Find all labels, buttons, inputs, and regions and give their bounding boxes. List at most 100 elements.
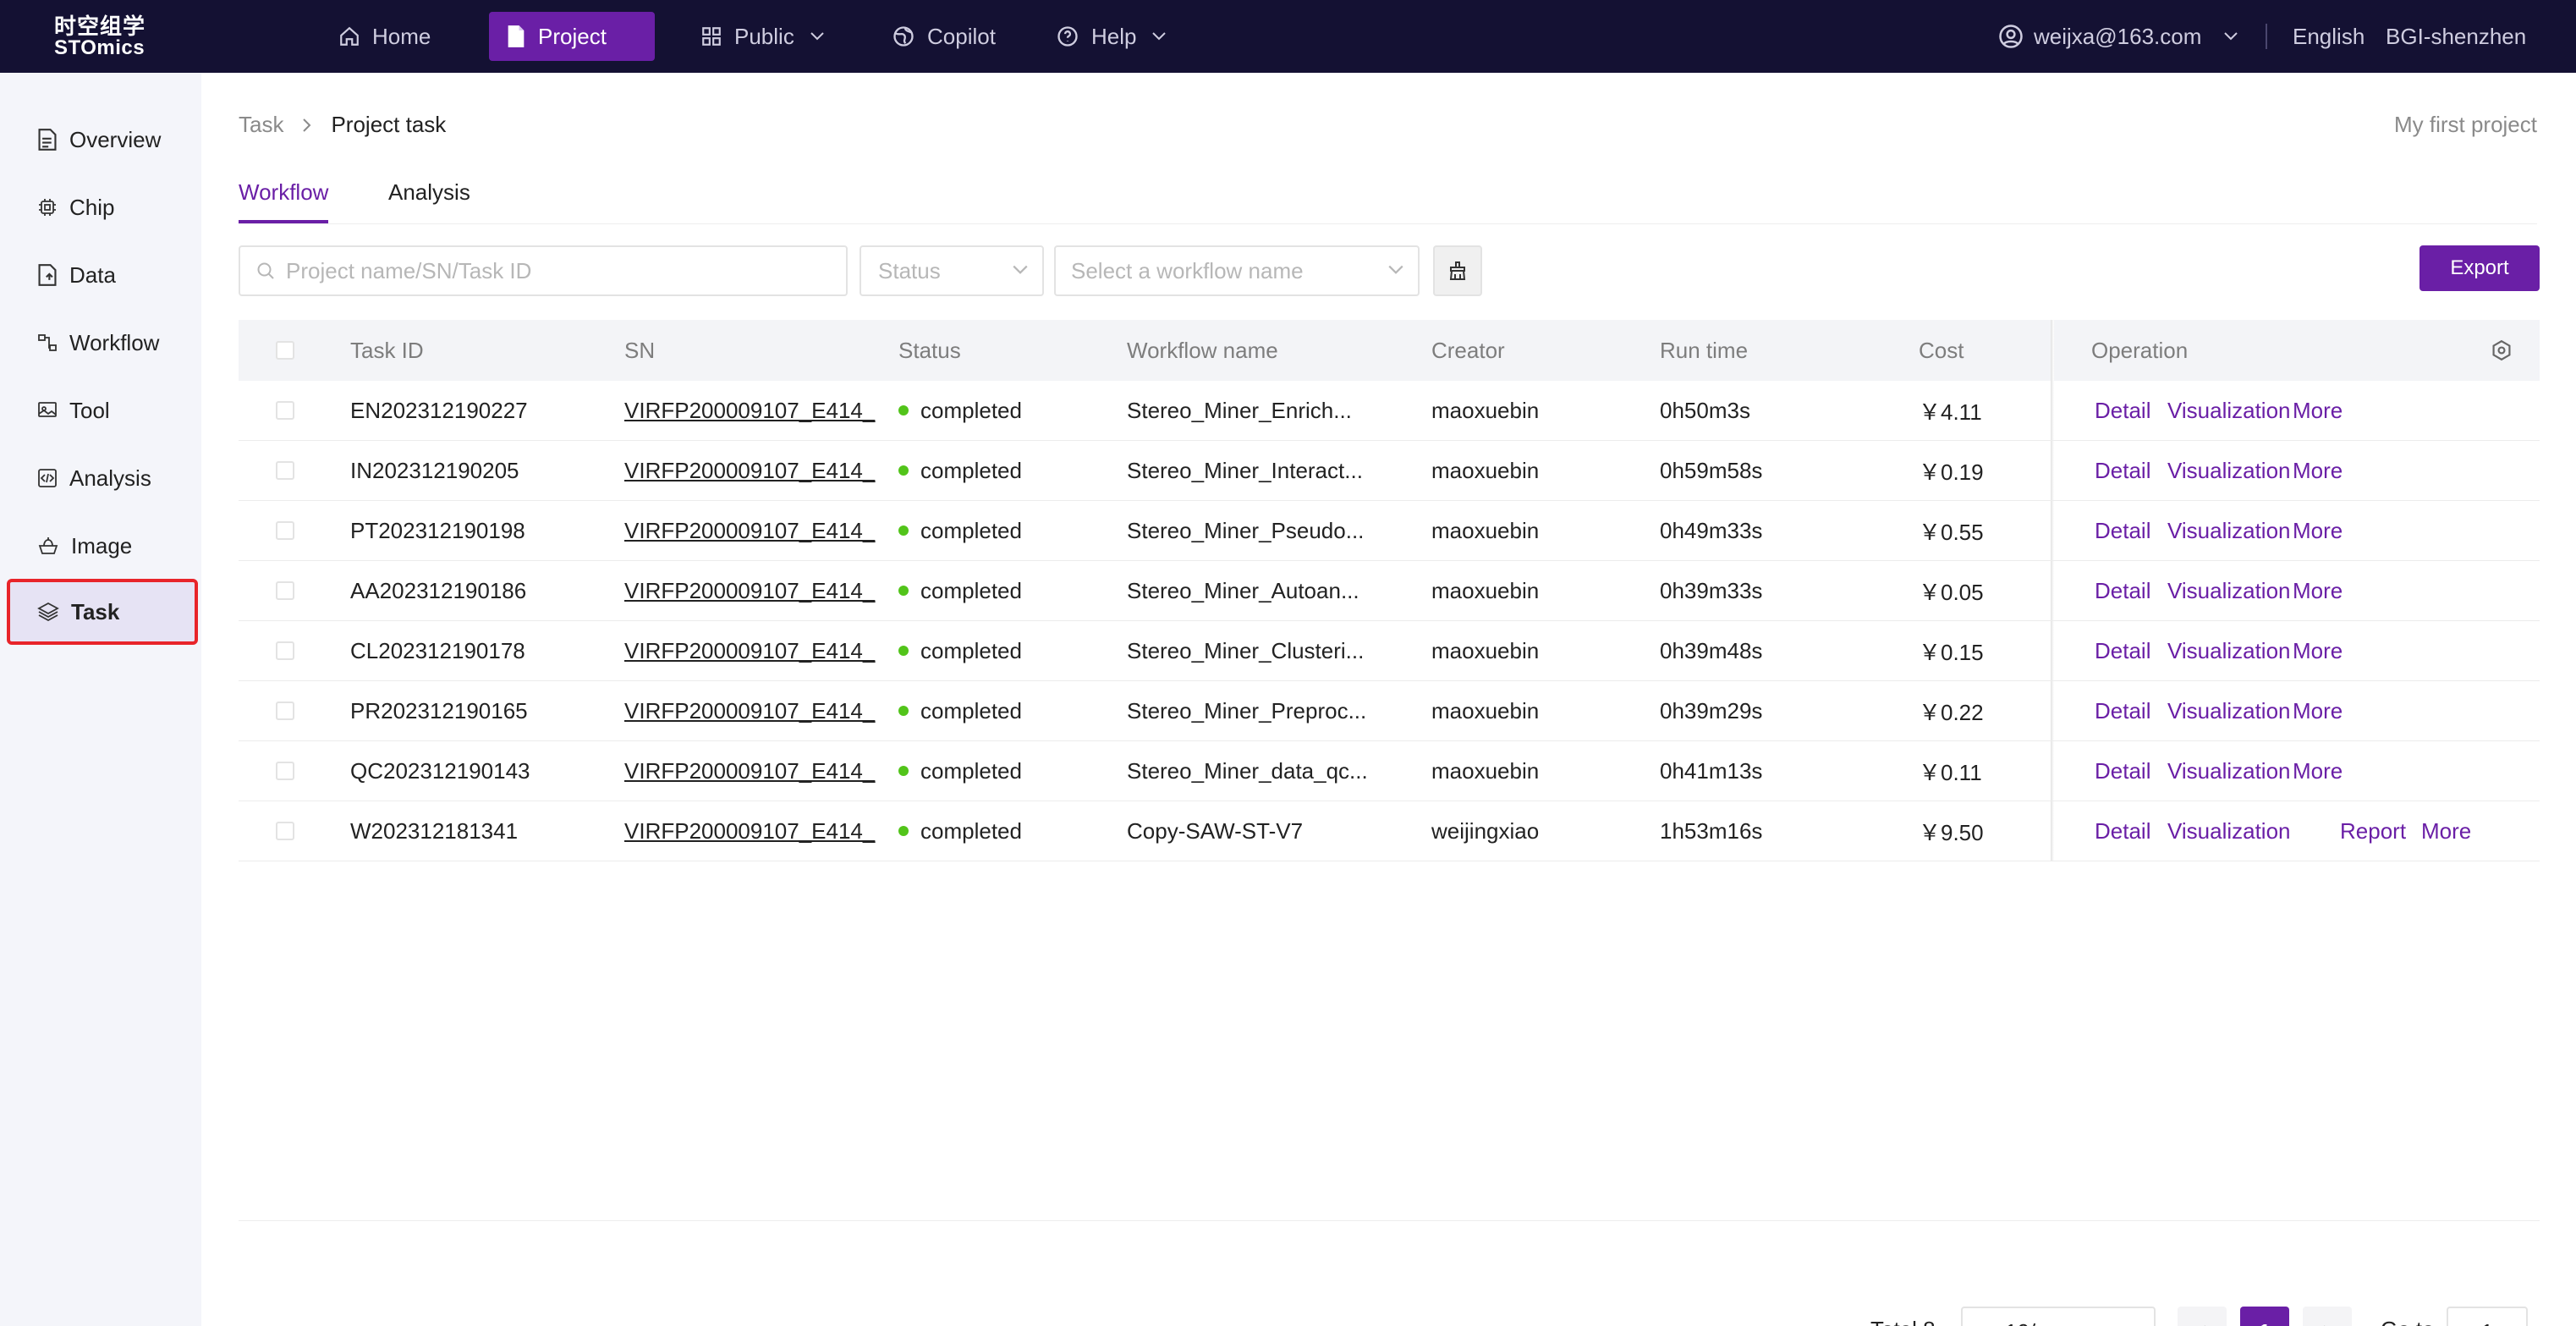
select-all-checkbox[interactable] (276, 341, 294, 360)
sidebar-item-data[interactable]: Data (10, 245, 195, 305)
sidebar-item-label: Tool (69, 397, 110, 423)
more-link[interactable]: More (2293, 621, 2343, 680)
creator: maoxuebin (1431, 637, 1540, 663)
more-link[interactable]: More (2293, 501, 2343, 560)
breadcrumb-parent[interactable]: Task (239, 112, 283, 138)
detail-link[interactable]: Detail (2095, 441, 2150, 500)
sidebar-item-label: Chip (69, 194, 115, 220)
task-id: QC202312190143 (350, 757, 530, 784)
sidebar-item-label: Overview (69, 126, 162, 152)
sidebar-item-chip[interactable]: Chip (10, 178, 195, 237)
prev-page-button[interactable] (2178, 1307, 2227, 1326)
sidebar-item-tool[interactable]: Tool (10, 381, 195, 440)
visualization-link[interactable]: Visualization (2167, 621, 2291, 680)
status-dot (898, 766, 909, 776)
more-link[interactable]: More (2293, 381, 2343, 440)
sidebar-item-workflow[interactable]: Workflow (10, 313, 195, 372)
status-cell: completed (898, 681, 1022, 740)
cost: ￥0.05 (1919, 579, 1984, 605)
sn-link[interactable]: VIRFP200009107_E414_ (624, 801, 875, 861)
visualization-link[interactable]: Visualization (2167, 801, 2291, 861)
report-link[interactable]: Report (2340, 801, 2406, 861)
more-link[interactable]: More (2293, 561, 2343, 620)
detail-link[interactable]: Detail (2095, 621, 2150, 680)
header-divider (2266, 24, 2267, 49)
detail-link[interactable]: Detail (2095, 561, 2150, 620)
page-number-current[interactable]: 1 (2240, 1307, 2289, 1326)
column-settings-button[interactable] (2491, 320, 2513, 381)
row-checkbox[interactable] (276, 702, 294, 720)
sidebar-item-overview[interactable]: Overview (10, 110, 195, 169)
tab-workflow[interactable]: Workflow (239, 179, 329, 223)
sn-link[interactable]: VIRFP200009107_E414_ (624, 741, 875, 801)
table-row: AA202312190186 VIRFP200009107_E414_ comp… (239, 561, 2540, 621)
more-link[interactable]: More (2293, 441, 2343, 500)
nav-copilot[interactable]: Copilot (875, 12, 1013, 61)
detail-link[interactable]: Detail (2095, 801, 2150, 861)
row-checkbox[interactable] (276, 822, 294, 840)
search-icon (257, 262, 274, 279)
row-checkbox[interactable] (276, 461, 294, 480)
nav-help[interactable]: Help (1039, 12, 1184, 61)
next-page-button[interactable] (2303, 1307, 2352, 1326)
sn-link[interactable]: VIRFP200009107_E414_ (624, 381, 875, 440)
nav-project[interactable]: Project (489, 12, 655, 61)
more-link[interactable]: More (2293, 741, 2343, 801)
export-button[interactable]: Export (2419, 245, 2540, 291)
user-menu[interactable]: weijxa@163.com (1998, 19, 2238, 54)
visualization-link[interactable]: Visualization (2167, 501, 2291, 560)
nav-public[interactable]: Public (684, 12, 842, 61)
visualization-link[interactable]: Visualization (2167, 681, 2291, 740)
language-switch[interactable]: English (2293, 19, 2365, 54)
sidebar-item-task[interactable]: Task (7, 579, 198, 645)
region-switch[interactable]: BGI-shenzhen (2386, 19, 2526, 54)
data-icon (38, 264, 57, 286)
more-link[interactable]: More (2421, 801, 2471, 861)
workflow-name-select[interactable]: Select a workflow name (1054, 245, 1420, 296)
sn-link[interactable]: VIRFP200009107_E414_ (624, 561, 875, 620)
tab-analysis[interactable]: Analysis (388, 179, 470, 223)
sn-link[interactable]: VIRFP200009107_E414_ (624, 621, 875, 680)
sidebar-item-analysis[interactable]: Analysis (10, 448, 195, 508)
logo-cn: 时空组学 (54, 14, 146, 39)
status-text: completed (920, 397, 1022, 423)
more-link[interactable]: More (2293, 681, 2343, 740)
nav-home[interactable]: Home (321, 12, 448, 61)
col-cost: Cost (1919, 337, 1964, 363)
creator: maoxuebin (1431, 457, 1540, 483)
detail-link[interactable]: Detail (2095, 381, 2150, 440)
run-time: 1h53m16s (1660, 817, 1763, 844)
clear-filters-button[interactable] (1433, 245, 1482, 296)
creator: maoxuebin (1431, 397, 1540, 423)
visualization-link[interactable]: Visualization (2167, 381, 2291, 440)
tab-divider (239, 223, 2537, 224)
sn-link[interactable]: VIRFP200009107_E414_ (624, 441, 875, 500)
sn-link[interactable]: VIRFP200009107_E414_ (624, 681, 875, 740)
sidebar-item-image[interactable]: Image (10, 516, 195, 575)
row-checkbox[interactable] (276, 762, 294, 780)
row-checkbox[interactable] (276, 641, 294, 660)
goto-page-input[interactable]: 1 (2447, 1307, 2528, 1326)
question-icon (1057, 26, 1078, 47)
detail-link[interactable]: Detail (2095, 501, 2150, 560)
row-checkbox[interactable] (276, 401, 294, 420)
row-checkbox[interactable] (276, 581, 294, 600)
task-id: AA202312190186 (350, 577, 527, 603)
nav-home-label: Home (372, 23, 431, 49)
search-placeholder: Project name/SN/Task ID (286, 257, 532, 283)
visualization-link[interactable]: Visualization (2167, 441, 2291, 500)
task-id: EN202312190227 (350, 397, 528, 423)
status-select[interactable]: Status (860, 245, 1044, 296)
detail-link[interactable]: Detail (2095, 681, 2150, 740)
page-size-select[interactable]: 10/page (1961, 1307, 2156, 1326)
overview-icon (38, 129, 57, 151)
detail-link[interactable]: Detail (2095, 741, 2150, 801)
row-checkbox[interactable] (276, 521, 294, 540)
search-input[interactable]: Project name/SN/Task ID (239, 245, 848, 296)
sn-link[interactable]: VIRFP200009107_E414_ (624, 501, 875, 560)
run-time: 0h49m33s (1660, 517, 1763, 543)
visualization-link[interactable]: Visualization (2167, 741, 2291, 801)
stomics-logo[interactable]: 时空组学 STOmics (54, 15, 146, 59)
page-size-value: 10/page (2005, 1319, 2084, 1326)
visualization-link[interactable]: Visualization (2167, 561, 2291, 620)
